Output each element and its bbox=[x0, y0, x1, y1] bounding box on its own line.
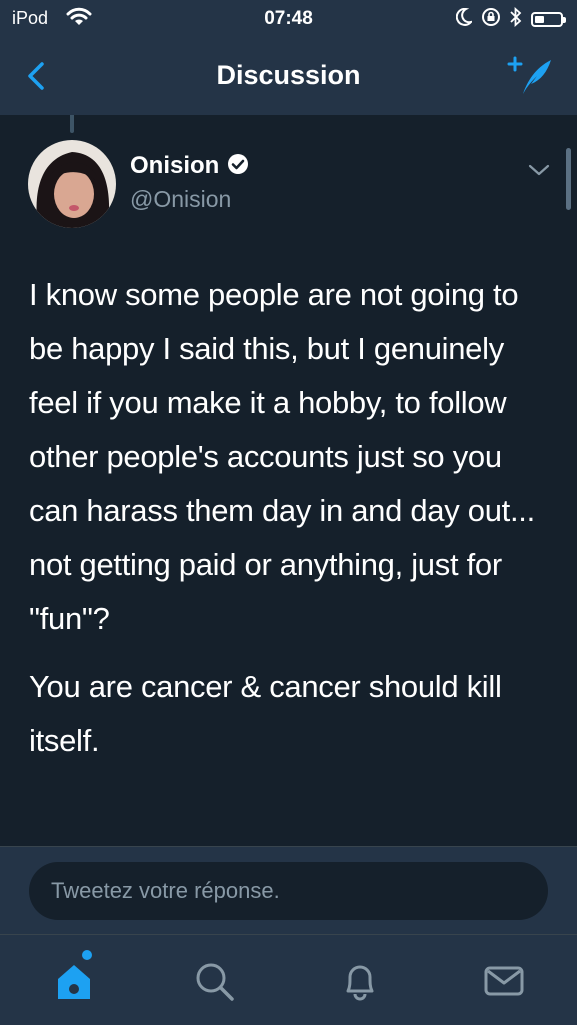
tweet-paragraph: I know some people are not going to be h… bbox=[29, 277, 535, 636]
verified-badge-icon bbox=[227, 153, 249, 180]
bluetooth-icon bbox=[510, 6, 522, 32]
top-bar: iPod 07:48 Discussion bbox=[0, 0, 577, 115]
tweet-text: I know some people are not going to be h… bbox=[29, 268, 559, 768]
home-icon[interactable] bbox=[52, 959, 96, 1003]
notifications-icon[interactable] bbox=[338, 959, 382, 1003]
status-bar: iPod 07:48 bbox=[0, 0, 577, 40]
author-handle[interactable]: @Onision bbox=[130, 186, 231, 213]
new-activity-dot bbox=[82, 950, 92, 960]
search-icon[interactable] bbox=[192, 959, 236, 1003]
author-name[interactable]: Onision bbox=[130, 152, 219, 180]
page-title: Discussion bbox=[216, 60, 361, 90]
status-icons bbox=[455, 6, 566, 32]
nav-bar: Discussion bbox=[0, 40, 577, 115]
thread-line bbox=[70, 115, 74, 133]
battery-icon bbox=[531, 11, 566, 27]
scrollbar[interactable] bbox=[566, 148, 571, 210]
avatar[interactable] bbox=[28, 140, 116, 228]
author-name-row[interactable]: Onision bbox=[130, 152, 249, 180]
chevron-down-icon[interactable] bbox=[526, 160, 552, 180]
tweet-paragraph: You are cancer & cancer should kill itse… bbox=[29, 669, 502, 758]
messages-icon[interactable] bbox=[482, 959, 526, 1003]
reply-input[interactable] bbox=[29, 862, 548, 920]
tab-bar bbox=[0, 934, 577, 1025]
rotation-lock-icon bbox=[481, 7, 501, 32]
moon-icon bbox=[455, 7, 474, 31]
compose-tweet-icon[interactable] bbox=[507, 54, 555, 98]
